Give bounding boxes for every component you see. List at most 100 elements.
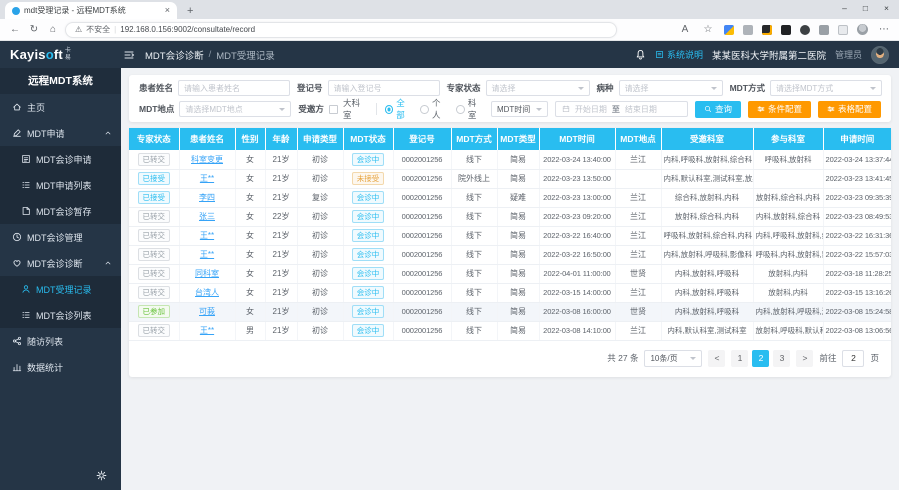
expert-status-select[interactable]: 请选择 xyxy=(486,80,590,96)
sidebar-item[interactable]: MDT会诊列表 xyxy=(0,302,121,328)
browser-essentials-icon[interactable] xyxy=(838,25,848,35)
browser-profile-avatar[interactable] xyxy=(857,24,868,35)
sidebar-item[interactable]: MDT会诊申请 xyxy=(0,146,121,172)
cell: 21岁 xyxy=(265,245,297,264)
favorites-star-button[interactable]: ☆ xyxy=(701,25,715,35)
next-page-button[interactable]: > xyxy=(796,350,813,367)
table-config-button[interactable]: 表格配置 xyxy=(818,101,881,118)
split-screen-icon[interactable] xyxy=(819,25,829,35)
prev-page-button[interactable]: < xyxy=(708,350,725,367)
patient-name-link[interactable]: 同科室 xyxy=(195,269,219,278)
patient-name-link[interactable]: 台湾人 xyxy=(195,288,219,297)
cell: 简易 xyxy=(497,264,539,283)
cell: 0002001256 xyxy=(393,245,451,264)
column-header: 申请时间 xyxy=(823,128,891,150)
patient-name-input[interactable] xyxy=(178,80,290,96)
refresh-button[interactable]: ↻ xyxy=(27,25,41,35)
settings-gear-icon[interactable] xyxy=(96,470,107,481)
mdt-mode-select[interactable]: 请选择MDT方式 xyxy=(770,80,882,96)
window-maximize-button[interactable]: □ xyxy=(863,3,868,13)
user-avatar[interactable] xyxy=(871,46,889,64)
patient-name-link[interactable]: 科室变更 xyxy=(191,155,223,164)
browser-menu-button[interactable]: ⋯ xyxy=(877,25,891,35)
sidebar-item-label: MDT会诊暂存 xyxy=(36,205,92,218)
patient-name-link[interactable]: 可莪 xyxy=(199,307,215,316)
patient-name-link[interactable]: 王** xyxy=(200,250,214,259)
sidebar-item[interactable]: MDT会诊诊断 xyxy=(0,250,121,276)
read-aloud-button[interactable]: A xyxy=(678,25,692,35)
cell: 2022-03-15 13:16:26 xyxy=(823,283,891,302)
sidebar-item-label: 随访列表 xyxy=(27,335,63,348)
cell: 2022-03-22 16:40:00 xyxy=(539,226,615,245)
sidebar-item[interactable]: MDT受理记录 xyxy=(0,276,121,302)
mdt-place-select[interactable]: 请选择MDT地点 xyxy=(179,101,291,117)
patient-name-link[interactable]: 李四 xyxy=(199,193,215,202)
patient-name-link[interactable]: 王** xyxy=(200,326,214,335)
extension-icon-1[interactable] xyxy=(724,25,734,35)
window-close-button[interactable]: × xyxy=(884,3,889,13)
cell: 0002001256 xyxy=(393,207,451,226)
address-bar[interactable]: ⚠ 不安全 | 192.168.0.156:9002/consultate/re… xyxy=(65,22,617,38)
browser-tab[interactable]: mdt受理记录 - 远程MDT系统 × xyxy=(5,2,177,19)
expert-status-badge: 已转交 xyxy=(138,229,171,242)
sidebar-item[interactable]: MDT申请列表 xyxy=(0,172,121,198)
page-number-button[interactable]: 1 xyxy=(731,350,748,367)
home-button[interactable]: ⌂ xyxy=(46,25,60,35)
sidebar-item[interactable]: MDT会诊管理 xyxy=(0,224,121,250)
dept-group-checkbox[interactable] xyxy=(329,105,338,114)
back-button[interactable]: ← xyxy=(8,25,22,35)
invitee-radio-option[interactable]: 全部 xyxy=(385,97,413,121)
reg-no-input[interactable] xyxy=(328,80,440,96)
mdt-place-placeholder: 请选择MDT地点 xyxy=(185,104,242,115)
sidebar-item-label: MDT会诊诊断 xyxy=(27,257,83,270)
site-favicon-icon xyxy=(12,7,20,15)
extension-icon-2[interactable] xyxy=(743,25,753,35)
system-help-link[interactable]: 系统说明 xyxy=(655,48,703,61)
new-tab-button[interactable]: + xyxy=(187,5,193,17)
cell: 2022-03-24 13:40:00 xyxy=(539,150,615,169)
cell: 兰江 xyxy=(615,283,661,302)
patient-name-link[interactable]: 张三 xyxy=(199,212,215,221)
menu-collapse-icon[interactable] xyxy=(123,49,135,61)
cell: 初诊 xyxy=(297,226,343,245)
page-number-button[interactable]: 2 xyxy=(752,350,769,367)
patient-name-link[interactable]: 王** xyxy=(200,174,214,183)
sidebar-item[interactable]: 主页 xyxy=(0,94,121,120)
page-number-button[interactable]: 3 xyxy=(773,350,790,367)
sidebar-item[interactable]: 数据统计 xyxy=(0,354,121,380)
page-size-select[interactable]: 10条/页 xyxy=(644,350,702,367)
cell: 0002001256 xyxy=(393,302,451,321)
table-row: 已转交同科室女21岁初诊会诊中0002001256线下简易2022-04-01 … xyxy=(129,264,891,283)
column-header: MDT类型 xyxy=(497,128,539,150)
sidebar-item[interactable]: 随访列表 xyxy=(0,328,121,354)
breadcrumb-parent[interactable]: MDT会诊诊断 xyxy=(145,48,204,62)
search-button[interactable]: 查询 xyxy=(695,101,741,118)
patient-name-link[interactable]: 王** xyxy=(200,231,214,240)
cell: 初诊 xyxy=(297,321,343,340)
cell: 22岁 xyxy=(265,207,297,226)
cell: 简易 xyxy=(497,226,539,245)
table-row: 已接受李四女21岁复诊会诊中0002001256线下疑难2022-03-23 1… xyxy=(129,188,891,207)
window-minimize-button[interactable]: – xyxy=(842,3,847,13)
sidebar-item[interactable]: MDT申请 xyxy=(0,120,121,146)
extension-icon-5[interactable] xyxy=(800,25,810,35)
notification-bell-icon[interactable] xyxy=(635,49,646,60)
url-text: 192.168.0.156:9002/consultate/record xyxy=(120,25,255,34)
extension-icon-4[interactable] xyxy=(781,25,791,35)
browser-tab-strip: mdt受理记录 - 远程MDT系统 × + – □ × xyxy=(0,0,899,19)
tab-close-icon[interactable]: × xyxy=(165,6,170,15)
hospital-name: 某某医科大学附属第二医院 xyxy=(712,48,826,62)
date-range-picker[interactable]: 开始日期 至 结束日期 xyxy=(555,101,688,117)
disease-select[interactable]: 请选择 xyxy=(619,80,723,96)
invitee-radio-option[interactable]: 科室 xyxy=(456,97,484,121)
cell: 2022-03-08 14:10:00 xyxy=(539,321,615,340)
cell: 简易 xyxy=(497,245,539,264)
page-jump-input[interactable] xyxy=(842,350,864,367)
cell: 线下 xyxy=(451,283,497,302)
table-row: 已转交台湾人女21岁初诊会诊中0002001256线下简易2022-03-15 … xyxy=(129,283,891,302)
time-type-select[interactable]: MDT时间 xyxy=(491,101,548,117)
invitee-radio-option[interactable]: 个人 xyxy=(420,97,448,121)
extension-icon-3[interactable] xyxy=(762,25,772,35)
sidebar-item[interactable]: MDT会诊暂存 xyxy=(0,198,121,224)
condition-config-button[interactable]: 条件配置 xyxy=(748,101,811,118)
